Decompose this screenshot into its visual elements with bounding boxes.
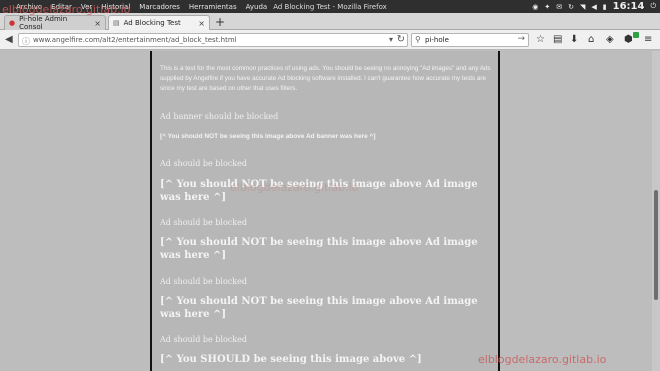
page-body: This is a test for the most common pract… bbox=[150, 51, 500, 371]
section-label: Ad should be blocked bbox=[160, 277, 247, 286]
chat-icon[interactable]: ✉ bbox=[556, 3, 562, 11]
back-icon[interactable]: ◀ bbox=[5, 34, 13, 45]
volume-icon[interactable]: ◀ bbox=[591, 3, 596, 11]
menu-bar: Archivo Editar Ver Historial Marcadores … bbox=[0, 3, 267, 11]
menu-editar[interactable]: Editar bbox=[51, 3, 72, 11]
close-icon[interactable]: × bbox=[94, 19, 101, 28]
tab-label: Ad Blocking Test bbox=[123, 19, 181, 27]
section-message: [^ You SHOULD be seeing this image above… bbox=[160, 354, 422, 365]
pocket-icon[interactable]: ◈ bbox=[606, 34, 614, 45]
power-icon[interactable]: ⏻ bbox=[650, 2, 656, 11]
bookmark-star-icon[interactable]: ☆ bbox=[536, 34, 545, 45]
clock[interactable]: 16:14 bbox=[613, 1, 645, 12]
scrollbar-thumb[interactable] bbox=[654, 190, 658, 300]
network-icon[interactable]: ◉ bbox=[532, 3, 538, 11]
search-go-icon[interactable]: → bbox=[517, 34, 525, 44]
pihole-favicon-icon: ● bbox=[9, 19, 16, 27]
battery-icon[interactable]: ▮ bbox=[603, 3, 607, 11]
tab-ad-blocking-test[interactable]: ▤ Ad Blocking Test × bbox=[108, 15, 210, 30]
intro-text: This is a test for the most common pract… bbox=[160, 65, 491, 92]
menu-ayuda[interactable]: Ayuda bbox=[246, 3, 268, 11]
reading-list-icon[interactable]: ▤ bbox=[553, 34, 562, 45]
wifi-icon[interactable]: ◥ bbox=[580, 3, 585, 11]
close-icon[interactable]: × bbox=[198, 19, 205, 28]
menu-marcadores[interactable]: Marcadores bbox=[139, 3, 180, 11]
new-tab-button[interactable]: + bbox=[215, 15, 225, 29]
update-icon[interactable]: ↻ bbox=[568, 3, 574, 11]
home-icon[interactable]: ⌂ bbox=[588, 34, 594, 45]
section-message: [^ You should NOT be seeing this image a… bbox=[160, 296, 478, 320]
menu-archivo[interactable]: Archivo bbox=[16, 3, 42, 11]
search-input[interactable]: ⚲ pi-hole → bbox=[411, 33, 529, 47]
system-tray: ◉ ✦ ✉ ↻ ◥ ◀ ▮ 16:14 ⏻ bbox=[532, 0, 656, 13]
tab-bar: ● Pi-hole Admin Consol × ▤ Ad Blocking T… bbox=[0, 13, 660, 31]
url-bar[interactable]: ⓘ www.angelfire.com/alt2/entertainment/a… bbox=[18, 33, 408, 47]
reload-icon[interactable]: ↻ bbox=[397, 34, 405, 45]
extension-badge bbox=[633, 32, 639, 38]
download-icon[interactable]: ⬇ bbox=[570, 34, 578, 45]
url-text[interactable]: www.angelfire.com/alt2/entertainment/ad_… bbox=[33, 36, 237, 44]
search-icon: ⚲ bbox=[415, 35, 421, 44]
system-top-bar: Archivo Editar Ver Historial Marcadores … bbox=[0, 0, 660, 13]
tab-pihole[interactable]: ● Pi-hole Admin Consol × bbox=[4, 15, 106, 31]
section-message: [^ You should NOT be seeing this image a… bbox=[160, 237, 478, 261]
search-value[interactable]: pi-hole bbox=[425, 36, 449, 44]
section-label: Ad should be blocked bbox=[160, 159, 247, 168]
section-label: Ad should be blocked bbox=[160, 335, 247, 344]
menu-herramientas[interactable]: Herramientas bbox=[189, 3, 237, 11]
section-label: Ad should be blocked bbox=[160, 218, 247, 227]
section-label: Ad banner should be blocked bbox=[160, 112, 279, 121]
section-message: [^ You should NOT be seeing this image a… bbox=[160, 179, 478, 203]
dropdown-icon[interactable]: ▾ bbox=[389, 35, 393, 44]
page-viewport: This is a test for the most common pract… bbox=[0, 51, 660, 371]
menu-historial[interactable]: Historial bbox=[101, 3, 130, 11]
info-icon[interactable]: ⓘ bbox=[22, 36, 30, 47]
dropbox-icon[interactable]: ✦ bbox=[544, 3, 550, 11]
extension-icon[interactable]: ⬢ bbox=[624, 34, 633, 45]
page-favicon-icon: ▤ bbox=[113, 19, 120, 27]
menu-ver[interactable]: Ver bbox=[81, 3, 92, 11]
menu-icon[interactable]: ≡ bbox=[644, 34, 652, 45]
tab-label: Pi-hole Admin Consol bbox=[19, 15, 68, 31]
section-message: [^ You should NOT be seeing this image a… bbox=[160, 133, 376, 140]
